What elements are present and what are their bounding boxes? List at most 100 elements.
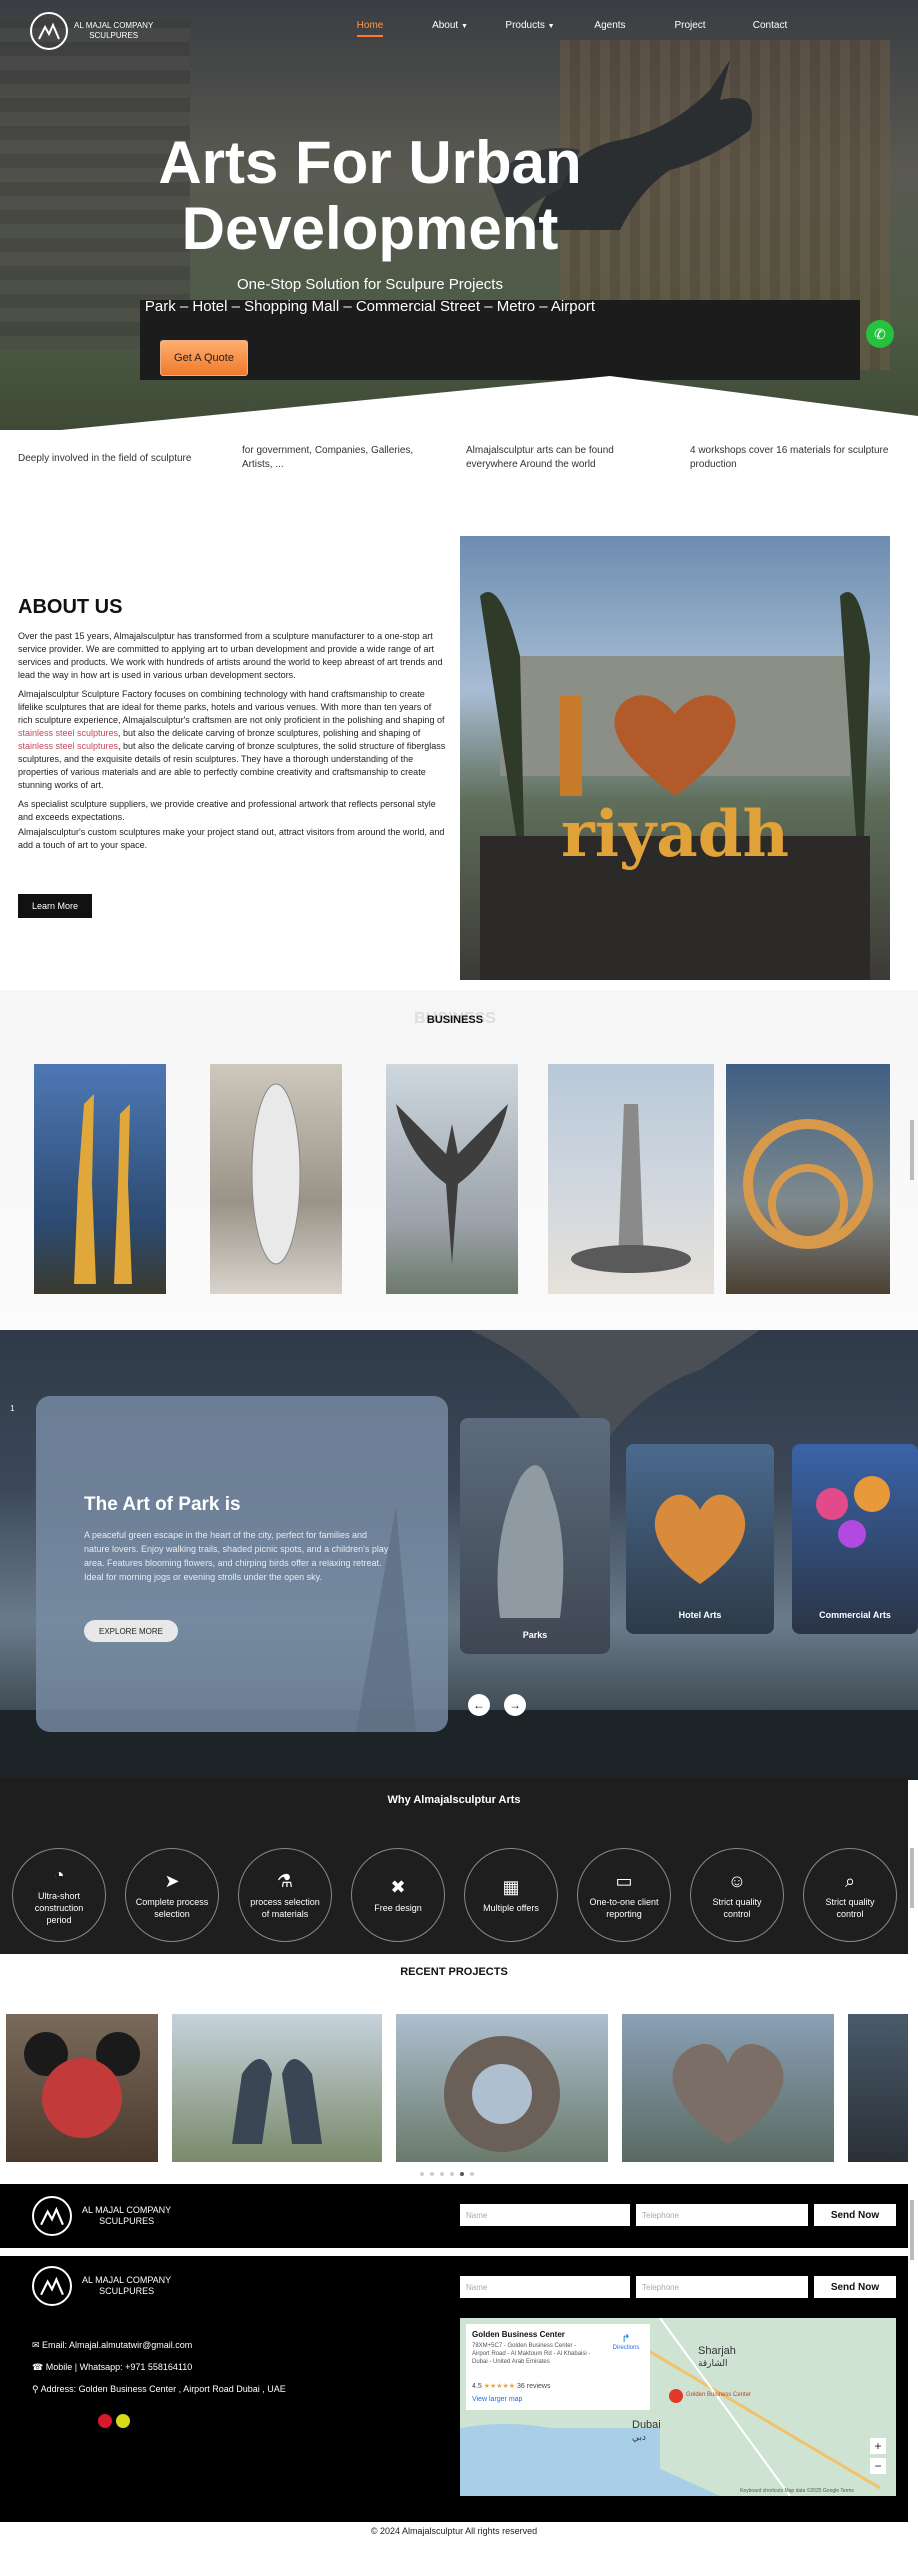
send-now-button[interactable]: Send Now [814,2204,896,2226]
pagination-dot[interactable] [470,2172,474,2176]
next-arrow-icon[interactable]: → [504,1694,526,1716]
telephone-input-2[interactable]: Telephone [636,2276,808,2298]
why-label-5: Multiple offers [483,1902,539,1913]
clock-icon: ◔ [53,1864,65,1885]
cursor-icon: ➤ [164,1870,180,1891]
telephone-input[interactable]: Telephone [636,2204,808,2226]
prev-arrow-icon[interactable]: ← [468,1694,490,1716]
nav-contact[interactable]: Contact [730,20,810,31]
zoom-out-button[interactable]: − [870,2458,886,2474]
footer-brand-name: AL MAJAL COMPANY SCULPURES [82,2205,171,2227]
directions-icon: ↱ [621,2333,631,2345]
view-larger-map-link[interactable]: View larger map [472,2396,522,2403]
pagination-dot[interactable] [450,2172,454,2176]
pagination-dot[interactable] [440,2172,444,2176]
search-icon: ⌕ [844,1870,856,1891]
slide-commercial-arts[interactable]: Commercial Arts [792,1444,918,1634]
rings-figure [743,1119,873,1249]
project-card-sphere[interactable] [396,2014,608,2162]
contact-mobile[interactable]: ☎ Mobile | Whatsapp: +971 558164110 [32,2362,192,2373]
scrollbar-thumb-why[interactable] [910,1848,914,1908]
about-p2-text-a: Almajalsculptur Sculpture Factory focuse… [18,689,445,725]
nav-about[interactable]: About ▼ [410,20,490,31]
map-city-sharjah-ar: الشارقة [698,2359,728,2369]
riyadh-text: riyadh [561,797,789,872]
brand-logo[interactable]: AL MAJAL COMPANY SCULPURES [30,12,153,50]
business-card-mall[interactable] [548,1064,714,1294]
stats-strip: Deeply involved in the field of sculptur… [0,432,918,520]
map-city-dubai-ar: دبي [632,2433,646,2443]
map-rating-value: 4.5 [472,2383,482,2390]
why-item-construction: ◔ Ultra-short construction period [12,1848,106,1942]
hero-divider [61,376,918,430]
hand-sculpture-figure [497,1465,564,1618]
footer-brand-line2: SCULPURES [99,2216,155,2226]
nav-project[interactable]: Project [650,20,730,31]
contact-address-text: Address: Golden Business Center , Airpor… [40,2384,286,2394]
project-card-building[interactable] [848,2014,908,2162]
horses-figure [232,2059,322,2144]
slide-hotel-arts[interactable]: Hotel Arts [626,1444,774,1634]
project-card-mickey[interactable] [6,2014,158,2162]
tools-icon: ✖ [390,1876,406,1897]
google-map[interactable]: Golden Business Center Sharjah الشارقة D… [460,2318,896,2496]
zoom-in-button[interactable]: + [870,2438,886,2454]
pagination-dot[interactable] [420,2172,424,2176]
send-now-button-2[interactable]: Send Now [814,2276,896,2298]
slide-label-commercial: Commercial Arts [819,1610,891,1620]
footer-logo-2[interactable]: AL MAJAL COMPANY SCULPURES [32,2266,171,2306]
map-place-name: Golden Business Center [472,2330,565,2339]
scrollbar-thumb-business[interactable] [910,1120,914,1180]
business-card-rings[interactable] [726,1064,890,1294]
map-pin-label: Golden Business Center [686,2392,751,2398]
nav-agents[interactable]: Agents [570,20,650,31]
copyright: © 2024 Almajalsculptur All rights reserv… [370,2526,538,2536]
stat-text-4: 4 workshops cover 16 materials for sculp… [690,445,889,470]
map-city-sharjah: Sharjah [698,2345,736,2357]
learn-more-button[interactable]: Learn More [18,894,92,918]
social-icon-red[interactable] [98,2414,112,2428]
slide-parks[interactable]: Parks [460,1418,610,1654]
get-quote-button[interactable]: Get A Quote [160,340,248,376]
hero-title-line1: Arts For Urban [158,129,582,196]
footer-logo-1[interactable]: AL MAJAL COMPANY SCULPURES [32,2196,171,2236]
about-paragraph-4: Almajalsculptur's custom sculptures make… [18,827,445,850]
giraffe-figure [74,1094,132,1284]
stainless-steel-link-2[interactable]: stainless steel sculptures [18,741,118,751]
brand-name-line2: SCULPURES [89,31,139,40]
map-place-card: Golden Business Center 78XM+5C7 - Golden… [466,2324,650,2410]
project-card-horses[interactable] [172,2014,382,2162]
pagination-dot-active[interactable] [460,2172,464,2176]
grid-icon: ▦ [502,1876,520,1897]
why-label-8: Strict quality control [825,1896,875,1919]
explore-more-button[interactable]: EXPLORE MORE [84,1620,178,1642]
project-card-heart[interactable] [622,2014,834,2162]
whatsapp-icon[interactable]: ✆ [866,320,894,348]
hero-subtitle: One-Stop Solution for Sculpure Projects [237,276,503,293]
business-card-hotel[interactable] [210,1064,342,1294]
pagination-dot[interactable] [430,2172,434,2176]
nav-about-label: About [432,20,459,31]
brand-name: AL MAJAL COMPANY SCULPURES [74,21,153,41]
nav-home[interactable]: Home [356,20,384,37]
map-directions[interactable]: ↱ Directions [606,2332,646,2351]
stainless-steel-link-1[interactable]: stainless steel sculptures [18,728,118,738]
why-label-1: Ultra-short construction period [34,1890,84,1925]
nav-products[interactable]: Products ▼ [490,20,570,31]
contact-email[interactable]: ✉ Email: Almajal.almutatwir@gmail.com [32,2340,192,2351]
why-item-process: ➤ Complete process selection [125,1848,219,1942]
scrollbar-thumb-footer[interactable] [910,2200,914,2260]
park-title: The Art of Park is [84,1494,241,1515]
business-card-giraffes[interactable] [34,1064,166,1294]
social-icon-yellow[interactable] [116,2414,130,2428]
logo-icon [32,2196,72,2236]
contact-mobile-text: Mobile | Whatsapp: +971 558164110 [45,2362,193,2372]
footer-brand-line1: AL MAJAL COMPANY [82,2205,172,2215]
why-label-4: Free design [374,1902,422,1913]
riyadh-sculpture-image: riyadh [460,536,890,980]
name-input[interactable]: Name [460,2204,630,2226]
map-place-address: 78XM+5C7 - Golden Business Center - Airp… [472,2343,591,2365]
contact-address: ⚲ Address: Golden Business Center , Airp… [32,2384,286,2395]
business-card-eagle[interactable] [386,1064,518,1294]
name-input-2[interactable]: Name [460,2276,630,2298]
